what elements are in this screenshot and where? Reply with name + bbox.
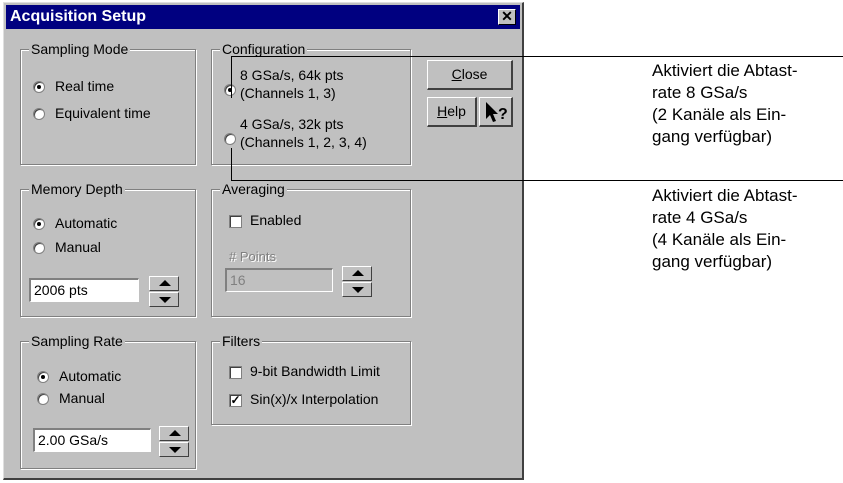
radio-rate-manual[interactable] xyxy=(37,393,49,405)
rate-automatic-label: Automatic xyxy=(59,368,122,384)
sampling-rate-stepper[interactable] xyxy=(159,426,189,458)
arrow-down-icon xyxy=(159,297,171,303)
whats-this-button[interactable]: ? xyxy=(479,97,513,127)
filters-group: Filters 9-bit Bandwidth Limit ✓ Sin(x)/x… xyxy=(211,333,411,425)
sinx-interpolation-checkbox[interactable]: ✓ xyxy=(229,394,242,407)
annotation-8gsa: Aktiviert die Abtast- rate 8 GSa/s (2 Ka… xyxy=(652,60,798,148)
callout-line-bottom-vert xyxy=(231,148,232,181)
radio-8gsa[interactable] xyxy=(224,84,236,96)
arrow-down-icon xyxy=(352,287,364,293)
memory-depth-stepper[interactable] xyxy=(149,276,179,308)
bandwidth-limit-checkbox[interactable] xyxy=(229,366,242,379)
pointer-question-icon: ? xyxy=(486,102,508,123)
annotation-line: rate 4 GSa/s xyxy=(652,208,748,227)
points-field: 16 xyxy=(225,268,333,292)
points-stepper xyxy=(342,266,372,298)
points-up-button xyxy=(342,266,372,281)
arrow-up-icon xyxy=(352,270,364,276)
annotation-4gsa: Aktiviert die Abtast- rate 4 GSa/s (4 Ka… xyxy=(652,185,798,273)
sampling-mode-label: Sampling Mode xyxy=(29,41,131,57)
close-icon[interactable]: ✕ xyxy=(498,9,516,25)
averaging-label: Averaging xyxy=(220,181,287,197)
close-button-mnemonic: C xyxy=(451,66,462,82)
callout-line-bottom xyxy=(231,180,843,181)
points-down-button xyxy=(342,282,372,297)
callout-line-top xyxy=(231,56,843,57)
annotation-line: rate 8 GSa/s xyxy=(652,83,748,102)
svg-text:?: ? xyxy=(498,106,508,123)
arrow-up-icon xyxy=(169,430,181,436)
bandwidth-limit-label: 9-bit Bandwidth Limit xyxy=(250,363,380,379)
arrow-down-icon xyxy=(169,447,181,453)
real-time-label: Real time xyxy=(55,78,115,94)
annotation-line: (2 Kanäle als Ein- xyxy=(652,105,787,124)
config-option1-line2: (Channels 1, 3) xyxy=(240,85,336,101)
config-option1-line1: 8 GSa/s, 64k pts xyxy=(240,67,344,83)
filters-label: Filters xyxy=(220,333,263,349)
rate-down-button[interactable] xyxy=(159,442,189,457)
close-button[interactable]: Close xyxy=(427,60,513,90)
averaging-group: Averaging Enabled # Points 16 xyxy=(211,181,411,317)
memory-automatic-label: Automatic xyxy=(55,215,118,231)
annotation-line: Aktiviert die Abtast- xyxy=(652,186,798,205)
rate-up-button[interactable] xyxy=(159,426,189,441)
config-option2-line1: 4 GSa/s, 32k pts xyxy=(240,116,344,132)
sinx-interpolation-label: Sin(x)/x Interpolation xyxy=(250,391,379,407)
configuration-group: Configuration 8 GSa/s, 64k pts (Channels… xyxy=(211,41,411,165)
annotation-line: Aktiviert die Abtast- xyxy=(652,61,798,80)
radio-memory-automatic[interactable] xyxy=(33,218,45,230)
annotation-line: gang verfügbar) xyxy=(652,127,773,146)
help-button[interactable]: Help xyxy=(427,97,477,127)
rate-manual-label: Manual xyxy=(59,390,105,406)
memory-depth-field[interactable]: 2006 pts xyxy=(29,278,139,302)
radio-rate-automatic[interactable] xyxy=(37,371,49,383)
averaging-enabled-label: Enabled xyxy=(250,212,302,228)
config-option2-line2: (Channels 1, 2, 3, 4) xyxy=(240,134,367,150)
arrow-up-icon xyxy=(159,280,171,286)
sampling-rate-field[interactable]: 2.00 GSa/s xyxy=(33,428,151,452)
radio-memory-manual[interactable] xyxy=(33,242,45,254)
annotation-line: gang verfügbar) xyxy=(652,252,773,271)
window-title: Acquisition Setup xyxy=(10,8,146,25)
sampling-mode-group: Sampling Mode Real time Equivalent time xyxy=(20,41,196,165)
memory-depth-group: Memory Depth Automatic Manual 2006 pts xyxy=(20,181,196,317)
sampling-rate-group: Sampling Rate Automatic Manual 2.00 GSa/… xyxy=(20,333,196,469)
radio-equivalent-time[interactable] xyxy=(33,108,45,120)
sampling-rate-label: Sampling Rate xyxy=(29,333,125,349)
points-label: # Points xyxy=(229,249,276,264)
equivalent-time-label: Equivalent time xyxy=(55,105,151,121)
memory-manual-label: Manual xyxy=(55,239,101,255)
callout-line-top-vert xyxy=(231,56,232,98)
radio-4gsa[interactable] xyxy=(224,133,236,145)
title-bar: Acquisition Setup ✕ xyxy=(6,5,520,29)
averaging-enabled-checkbox[interactable] xyxy=(229,215,242,228)
acquisition-setup-dialog: Acquisition Setup ✕ Sampling Mode Real t… xyxy=(3,2,524,480)
help-button-mnemonic: H xyxy=(437,103,448,119)
annotation-line: (4 Kanäle als Ein- xyxy=(652,230,787,249)
radio-real-time[interactable] xyxy=(33,81,45,93)
memory-up-button[interactable] xyxy=(149,276,179,291)
close-button-label: lose xyxy=(461,66,488,82)
configuration-label: Configuration xyxy=(220,41,308,57)
memory-depth-label: Memory Depth xyxy=(29,181,125,197)
help-button-label: elp xyxy=(447,103,466,119)
memory-down-button[interactable] xyxy=(149,292,179,307)
